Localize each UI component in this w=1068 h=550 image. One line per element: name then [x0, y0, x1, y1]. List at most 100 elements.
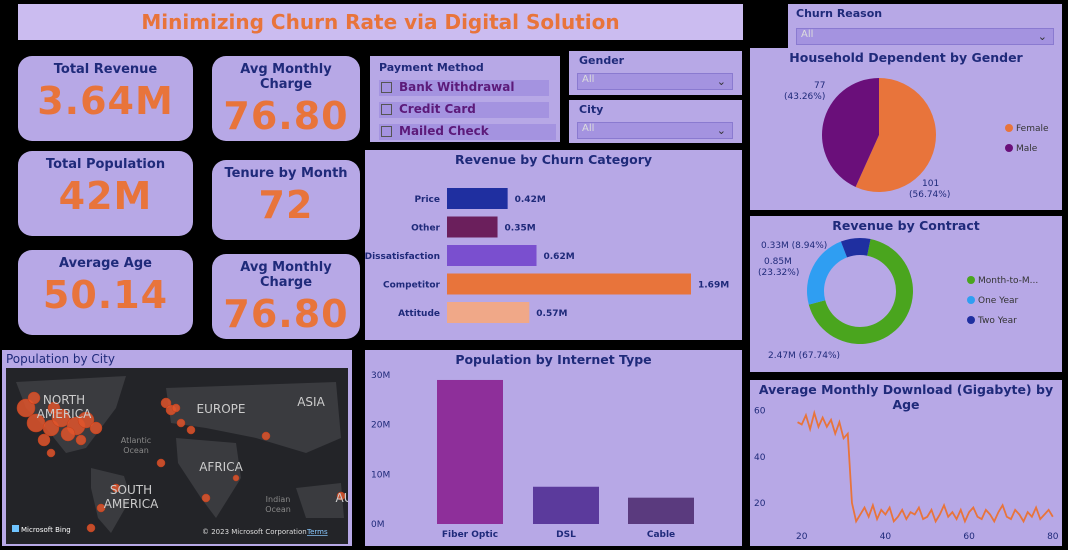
- data-label: (43.26%): [784, 92, 825, 102]
- bar: [533, 486, 599, 524]
- data-label: 2.47M (67.74%): [768, 351, 840, 361]
- category-label: Other: [411, 224, 440, 234]
- chart-title: Household Dependent by Gender: [789, 50, 1023, 65]
- kpi-tenure: Tenure by Month 72: [212, 160, 360, 240]
- download-panel: Average Monthly Download (Gigabyte) by A…: [750, 380, 1062, 546]
- map-label: Ocean: [265, 505, 291, 514]
- gender-dropdown[interactable]: All ⌄: [577, 73, 733, 90]
- legend-marker: [1005, 144, 1013, 152]
- legend-marker: [967, 276, 975, 284]
- population-map[interactable]: NORTHAMERICA EUROPE ASIAAtlanticOceanAFRIC…: [6, 368, 348, 544]
- kpi-label: Avg Monthly Charge: [240, 260, 332, 290]
- map-label: AMERICA: [104, 497, 159, 511]
- map-panel: Population by City NORTH AMERICA EUROPE ASI…: [2, 350, 352, 546]
- map-label: SOUTH: [110, 483, 152, 497]
- map-terms-link: Terms: [306, 528, 328, 536]
- churn-reason-label: Churn Reason: [796, 7, 883, 20]
- kpi-label: Total Population: [45, 157, 166, 172]
- bar: [437, 379, 503, 524]
- tick-label: 40: [754, 453, 766, 463]
- churn-reason-value: All: [801, 29, 814, 40]
- kpi-value: 50.14: [42, 273, 169, 317]
- city-value: All: [582, 123, 595, 134]
- tick-label: 40: [880, 532, 892, 542]
- payment-option-mailed[interactable]: Mailed Check: [379, 124, 556, 140]
- category-label: Cable: [647, 530, 675, 540]
- legend-marker: [967, 316, 975, 324]
- data-label: 101: [922, 179, 939, 189]
- download-line-chart: 20 40 60 20 40 60 80: [754, 407, 1059, 542]
- data-label: 0.42M: [515, 195, 546, 205]
- chart-title: Population by Internet Type: [455, 352, 652, 367]
- checkbox-icon[interactable]: [381, 82, 392, 93]
- city-dropdown[interactable]: All ⌄: [577, 122, 733, 139]
- kpi-label: Average Age: [59, 256, 152, 271]
- map-label: Indian: [266, 495, 291, 504]
- category-label: Attitude: [398, 309, 440, 319]
- payment-option-credit[interactable]: Credit Card: [379, 102, 549, 118]
- tick-label: 60: [754, 407, 766, 417]
- checkbox-icon[interactable]: [381, 126, 392, 137]
- kpi-avg-monthly-charge-2: Avg Monthly Charge 76.80: [212, 254, 360, 339]
- kpi-label: Total Revenue: [53, 62, 158, 77]
- bing-logo-icon: [12, 525, 19, 532]
- city-bubble: [232, 474, 240, 482]
- category-label: Price: [414, 195, 440, 205]
- map-label: ASIA: [297, 395, 325, 409]
- city-bubble: [261, 431, 271, 441]
- churn-reason-dropdown[interactable]: All ⌄: [796, 28, 1054, 45]
- bar: [447, 216, 498, 238]
- legend-label: Male: [1016, 144, 1038, 154]
- kpi-total-population: Total Population 42M: [18, 151, 193, 236]
- map-label: EUROPE: [197, 402, 246, 416]
- tick-label: 0M: [371, 520, 385, 530]
- data-label: 0.62M: [544, 252, 575, 262]
- kpi-label: Avg Monthly Charge: [240, 62, 332, 92]
- city-bubble: [186, 425, 196, 435]
- churn-reason-slicer: Churn Reason All ⌄: [788, 4, 1062, 48]
- city-bubble: [171, 403, 181, 413]
- kpi-value: 76.80: [223, 94, 349, 138]
- legend-marker: [1005, 124, 1013, 132]
- city-bubble: [89, 421, 103, 435]
- chart-title: Revenue by Churn Category: [454, 152, 653, 167]
- chevron-down-icon: ⌄: [716, 124, 726, 137]
- data-label: 77: [814, 81, 825, 91]
- page-title: Minimizing Churn Rate via Digital Soluti…: [141, 10, 620, 34]
- city-bubble: [37, 433, 51, 447]
- map-label: Atlantic: [121, 436, 151, 445]
- payment-option-label: Credit Card: [399, 102, 476, 116]
- kpi-average-age: Average Age 50.14: [18, 250, 193, 335]
- chevron-down-icon: ⌄: [716, 75, 726, 88]
- payment-option-bank[interactable]: Bank Withdrawal: [379, 80, 549, 96]
- data-label: (23.32%): [758, 268, 799, 278]
- bar: [447, 245, 537, 266]
- city-bubble: [201, 493, 211, 503]
- kpi-value: 76.80: [223, 292, 349, 336]
- map-label: AMERICA: [37, 407, 92, 421]
- legend-label: Female: [1016, 124, 1049, 134]
- payment-option-label: Mailed Check: [399, 124, 489, 138]
- chevron-down-icon: ⌄: [1037, 30, 1047, 43]
- kpi-value: 72: [258, 183, 314, 227]
- revenue-by-churn-panel: Revenue by Churn Category Price 0.42M Othe…: [365, 150, 742, 340]
- internet-bar-chart: 0M 10M 20M 30M Fiber Optic DSL Cable: [371, 371, 694, 540]
- city-label: City: [579, 103, 604, 116]
- legend-label: Two Year: [977, 316, 1017, 326]
- map-label: Ocean: [123, 446, 149, 455]
- gender-label: Gender: [579, 54, 625, 67]
- data-label: (56.74%): [909, 190, 950, 200]
- data-label: 0.35M: [505, 224, 536, 234]
- household-pie-chart: 101(56.74%) 77(43.26%) Female Male: [784, 78, 1049, 200]
- tick-label: 30M: [371, 371, 390, 381]
- city-bubble: [176, 418, 186, 428]
- data-label: 0.85M: [764, 257, 792, 267]
- household-panel: Household Dependent by Gender 101 (56.74%…: [750, 48, 1062, 210]
- city-bubble: [27, 391, 41, 405]
- title-bar: Minimizing Churn Rate via Digital Soluti…: [18, 4, 743, 40]
- tick-label: 20: [796, 532, 808, 542]
- bar: [447, 302, 530, 323]
- category-label: Competitor: [383, 281, 441, 291]
- map-copyright: © 2023 Microsoft Corporation: [202, 528, 307, 536]
- checkbox-icon[interactable]: [381, 104, 392, 115]
